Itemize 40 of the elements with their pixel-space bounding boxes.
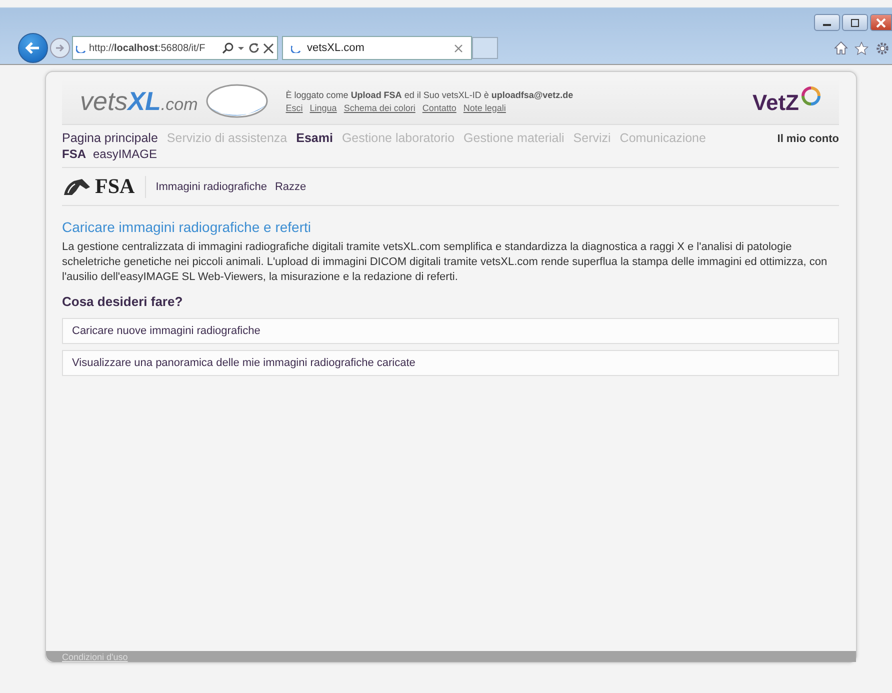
description: La gestione centralizzata di immagini radiografiche digitali tramite vetsXL.com semplifica e standardizza la diagnostica a raggi X e l'analisi di patologie scheletriche genetiche nei piccoli animali. L'upload di immagini DICOM digitali tramite vetsXL.com rende superflua la stampa delle immagini ed ottimizza, con l'ausilio dell'easyIMAGE SL Web-Viewers, la misurazione e la redazione di referti.: [62, 240, 828, 285]
nav-link[interactable]: Esami: [296, 131, 333, 145]
close-button[interactable]: [870, 14, 892, 31]
address-bar[interactable]: http://localhost:56808/it/F: [72, 36, 278, 60]
browser-tab[interactable]: vetsXL.com: [282, 36, 472, 60]
loading-icon: [76, 43, 86, 53]
nav-link[interactable]: Pagina principale: [62, 131, 158, 145]
page-title: Caricare immagini radiografiche e referti: [62, 219, 312, 235]
loading-icon: [291, 43, 301, 53]
header-link[interactable]: Esci: [286, 102, 303, 112]
back-arrow-icon: [25, 40, 41, 56]
subnav-link[interactable]: FSA: [62, 147, 86, 161]
account-link[interactable]: Il mio conto: [777, 133, 839, 145]
minimize-button[interactable]: [814, 14, 840, 31]
section-logo: FSA: [62, 176, 146, 198]
refresh-icon[interactable]: [248, 42, 260, 54]
site-logo[interactable]: vetsXL.com: [80, 81, 270, 121]
star-icon[interactable]: [854, 40, 869, 56]
login-info: È loggato come Upload FSA ed il Suo vetsXL-ID è uploadfsa@vetz.de: [286, 90, 574, 100]
header-link[interactable]: Lingua: [310, 102, 337, 112]
settings-icon[interactable]: [875, 40, 890, 56]
header-link[interactable]: Schema dei colori: [344, 102, 416, 112]
maximize-icon: [849, 18, 861, 26]
section-link[interactable]: Razze: [274, 180, 306, 192]
subnav-link[interactable]: easyIMAGE: [93, 147, 158, 161]
home-icon[interactable]: [834, 40, 848, 54]
close-icon: [875, 18, 887, 28]
maximize-button[interactable]: [842, 14, 868, 31]
forward-arrow-icon: [54, 42, 66, 54]
action-item[interactable]: Visualizzare una panoramica delle mie immagini radiografiche caricate: [62, 350, 839, 376]
brand-logo[interactable]: VetZ: [752, 86, 821, 116]
section-link[interactable]: Immagini radiografiche: [156, 180, 267, 192]
close-icon[interactable]: [454, 44, 463, 52]
header-link[interactable]: Note legali: [463, 102, 506, 112]
close-icon[interactable]: [263, 42, 274, 54]
action-item[interactable]: Caricare nuove immagini radiografiche: [62, 318, 839, 344]
question-heading: Cosa desideri fare?: [62, 294, 184, 309]
header-link[interactable]: Contatto: [422, 102, 456, 112]
back-button[interactable]: [18, 33, 48, 63]
search-icon[interactable]: [222, 42, 234, 54]
